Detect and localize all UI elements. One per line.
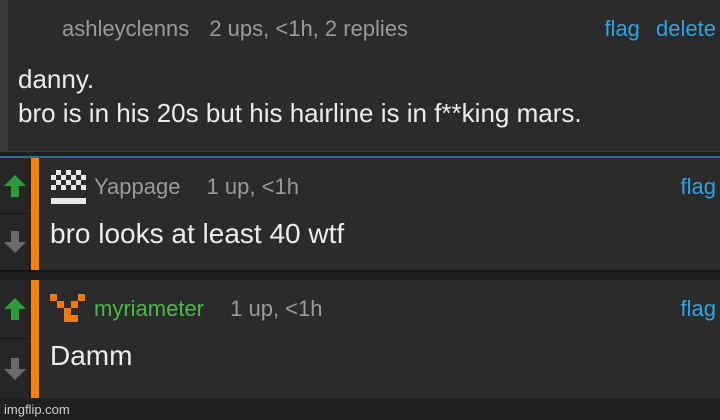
vote-column — [0, 158, 30, 270]
comment-text: Damm — [50, 340, 133, 371]
downvote-button[interactable] — [0, 214, 30, 270]
comment-meta: Yappage 1 up, <1h — [94, 174, 299, 200]
comment-actions: flag — [671, 174, 716, 200]
delete-link[interactable]: delete — [656, 16, 716, 41]
comment-text-line: danny. — [18, 64, 95, 94]
comment-stats: 2 ups, <1h, 2 replies — [209, 16, 409, 41]
arrow-up-icon — [4, 298, 26, 320]
arrow-down-icon — [4, 357, 26, 380]
flag-link[interactable]: flag — [604, 16, 639, 41]
avatar — [51, 170, 86, 204]
comment-stats: 1 up, <1h — [230, 296, 323, 321]
watermark: imgflip.com — [4, 402, 70, 417]
comment-stats: 1 up, <1h — [206, 174, 299, 199]
comment-text-line: bro is in his 20s but his hairline is in… — [18, 98, 582, 128]
downvote-button[interactable] — [0, 339, 30, 398]
vote-column — [0, 280, 30, 398]
reply-indent-bar — [31, 158, 39, 270]
reply-comment: Yappage 1 up, <1h flag bro looks at leas… — [0, 156, 720, 272]
bottom-strip — [0, 398, 720, 420]
upvote-button[interactable] — [0, 280, 30, 339]
flag-link[interactable]: flag — [681, 296, 716, 321]
comment-text: bro looks at least 40 wtf — [50, 218, 345, 249]
arrow-up-icon — [4, 174, 26, 197]
username-link[interactable]: myriameter — [94, 296, 204, 321]
avatar — [50, 294, 85, 322]
username-link[interactable]: Yappage — [94, 174, 180, 199]
comment-actions: flag — [671, 296, 716, 322]
arrow-down-icon — [4, 231, 26, 253]
comment-actions: flag delete — [594, 16, 716, 42]
comment-text: danny. bro is in his 20s but his hairlin… — [18, 62, 582, 130]
reply-comment: myriameter 1 up, <1h flag Damm — [0, 280, 720, 398]
username-link[interactable]: ashleyclenns — [62, 16, 189, 41]
comment-meta: ashleyclenns 2 ups, <1h, 2 replies — [62, 16, 408, 42]
flag-link[interactable]: flag — [681, 174, 716, 199]
parent-comment: ashleyclenns 2 ups, <1h, 2 replies flag … — [0, 0, 720, 152]
comment-meta: myriameter 1 up, <1h — [94, 296, 323, 322]
reply-indent-bar — [31, 280, 39, 398]
upvote-button[interactable] — [0, 158, 30, 214]
